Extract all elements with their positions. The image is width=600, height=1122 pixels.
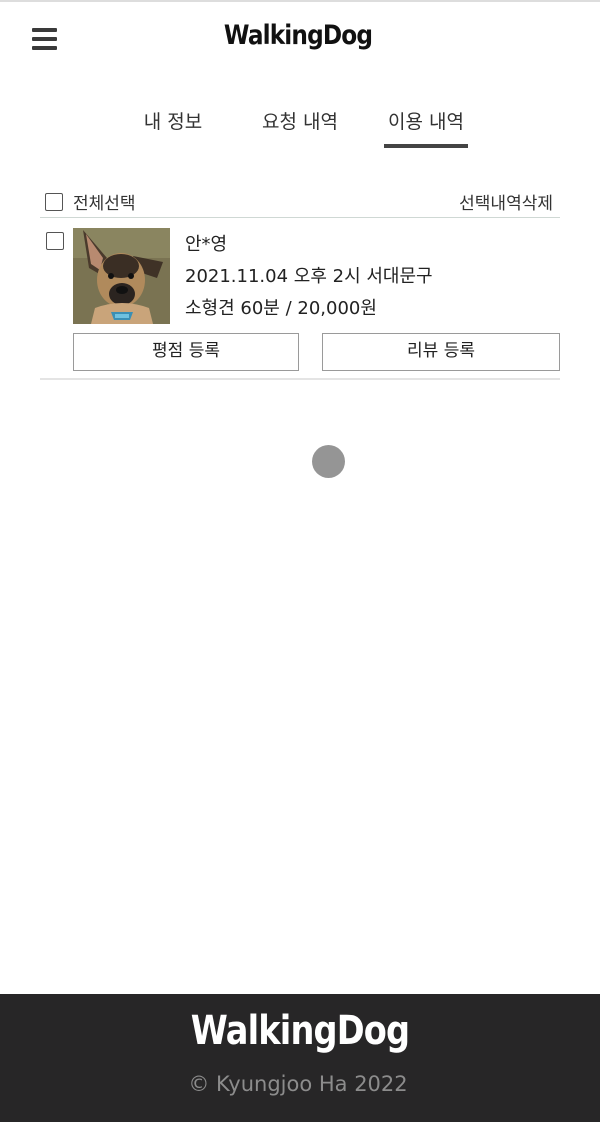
list-item: 안*영 2021.11.04 오후 2시 서대문구 소형견 60분 / 20,0…	[40, 219, 560, 380]
tab-my-info[interactable]: 내 정보	[140, 104, 206, 150]
register-rating-button[interactable]: 평점 등록	[73, 333, 299, 371]
app-header: WalkingDog	[0, 2, 600, 78]
tab-usage-history[interactable]: 이용 내역	[384, 104, 468, 150]
register-review-button[interactable]: 리뷰 등록	[322, 333, 560, 371]
walk-schedule: 2021.11.04 오후 2시 서대문구	[185, 266, 433, 287]
walker-name: 안*영	[185, 234, 228, 255]
item-info: 안*영 2021.11.04 오후 2시 서대문구 소형견 60분 / 20,0…	[185, 229, 433, 325]
delete-selected-button[interactable]: 선택내역삭제	[459, 189, 553, 214]
dog-photo	[73, 228, 170, 324]
footer-logo: WalkingDog	[190, 1008, 410, 1054]
tab-label: 내 정보	[143, 111, 203, 133]
active-tab-indicator	[384, 144, 468, 148]
tab-label: 요청 내역	[262, 111, 338, 133]
tab-request-history[interactable]: 요청 내역	[260, 104, 340, 150]
footer: WalkingDog © Kyungjoo Ha 2022	[0, 994, 600, 1122]
dog-photo-illustration	[73, 228, 170, 324]
copyright-text: © Kyungjoo Ha 2022	[188, 1072, 408, 1096]
tab-bar: 내 정보 요청 내역 이용 내역	[0, 104, 600, 150]
select-all-checkbox[interactable]	[45, 193, 63, 211]
select-all-label[interactable]: 전체선택	[73, 189, 136, 214]
list-header: 전체선택 선택내역삭제	[40, 186, 560, 218]
loading-spinner	[312, 445, 345, 478]
tab-label: 이용 내역	[388, 111, 464, 133]
item-checkbox[interactable]	[46, 232, 64, 250]
walk-service: 소형견 60분 / 20,000원	[185, 298, 377, 319]
app-logo[interactable]: WalkingDog	[42, 20, 555, 51]
